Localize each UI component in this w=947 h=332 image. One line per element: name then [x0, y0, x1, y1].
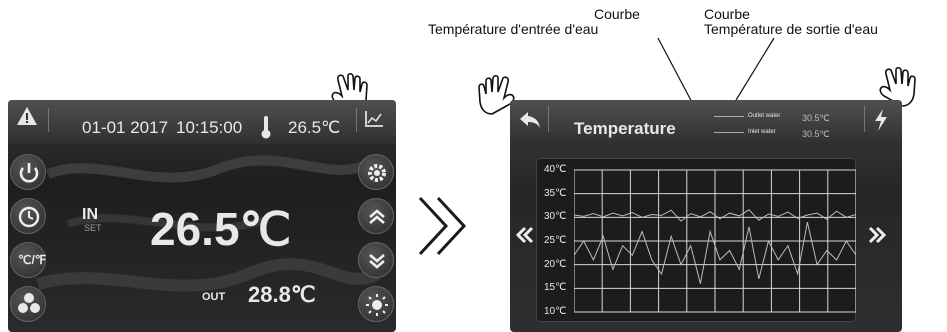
decrease-button[interactable]: [358, 242, 394, 278]
chevron-right-icon: [418, 196, 449, 256]
set-label: SET: [84, 223, 102, 233]
y-tick-label: 15℃: [544, 282, 567, 294]
out-label: OUT: [202, 291, 226, 303]
y-tick-label: 10℃: [544, 306, 567, 317]
y-tick-label: 35℃: [544, 187, 567, 199]
y-tick-label: 40℃: [544, 164, 567, 175]
back-arrow-icon[interactable]: [518, 108, 542, 130]
in-label: IN: [82, 206, 98, 223]
main-temperature: 26.5℃: [150, 203, 292, 255]
increase-button[interactable]: [358, 198, 394, 234]
power-button[interactable]: [10, 154, 46, 190]
out-temperature: 28.8℃: [248, 282, 316, 307]
mode-button[interactable]: [358, 286, 394, 322]
temp-top-bar: [510, 100, 902, 144]
figure-stage: Courbe Température d'entrée d'eau Courbe…: [0, 0, 947, 332]
home-screen: 01-01 2017 10:15:00 26.5℃ ℃/℉ IN SET 26.…: [8, 100, 396, 332]
temperature-chart: [574, 169, 856, 313]
screen-title: Temperature: [574, 119, 676, 138]
chevron-left-icon[interactable]: [514, 224, 536, 246]
chevron-right-icon: [436, 196, 467, 256]
unit-toggle-label: ℃/℉: [18, 253, 47, 267]
legend-outlet-value: 30.5℃: [802, 113, 830, 123]
warning-icon[interactable]: [16, 106, 38, 126]
y-tick-label: 30℃: [544, 211, 567, 223]
y-tick-label: 20℃: [544, 258, 567, 270]
fan-button[interactable]: [10, 286, 46, 322]
y-tick-label: 25℃: [544, 235, 567, 246]
legend-inlet-label: Inlet water: [748, 129, 776, 135]
thermometer-icon: [261, 116, 271, 139]
lightning-icon[interactable]: [872, 108, 890, 132]
settings-button[interactable]: [358, 154, 394, 190]
clock-button[interactable]: [10, 198, 46, 234]
ambient-temp: 26.5℃: [288, 118, 341, 137]
unit-toggle-button[interactable]: ℃/℉: [10, 242, 46, 278]
legend-inlet-value: 30.5℃: [802, 129, 830, 139]
legend-outlet-label: Outlet water: [748, 113, 781, 119]
date-text: 01-01 2017: [82, 118, 169, 137]
chevron-right-icon[interactable]: [866, 224, 888, 246]
temperature-screen: Temperature Outlet water 30.5℃ Inlet wat…: [510, 100, 902, 332]
time-text: 10:15:00: [176, 118, 243, 137]
chart-icon[interactable]: [364, 110, 384, 128]
